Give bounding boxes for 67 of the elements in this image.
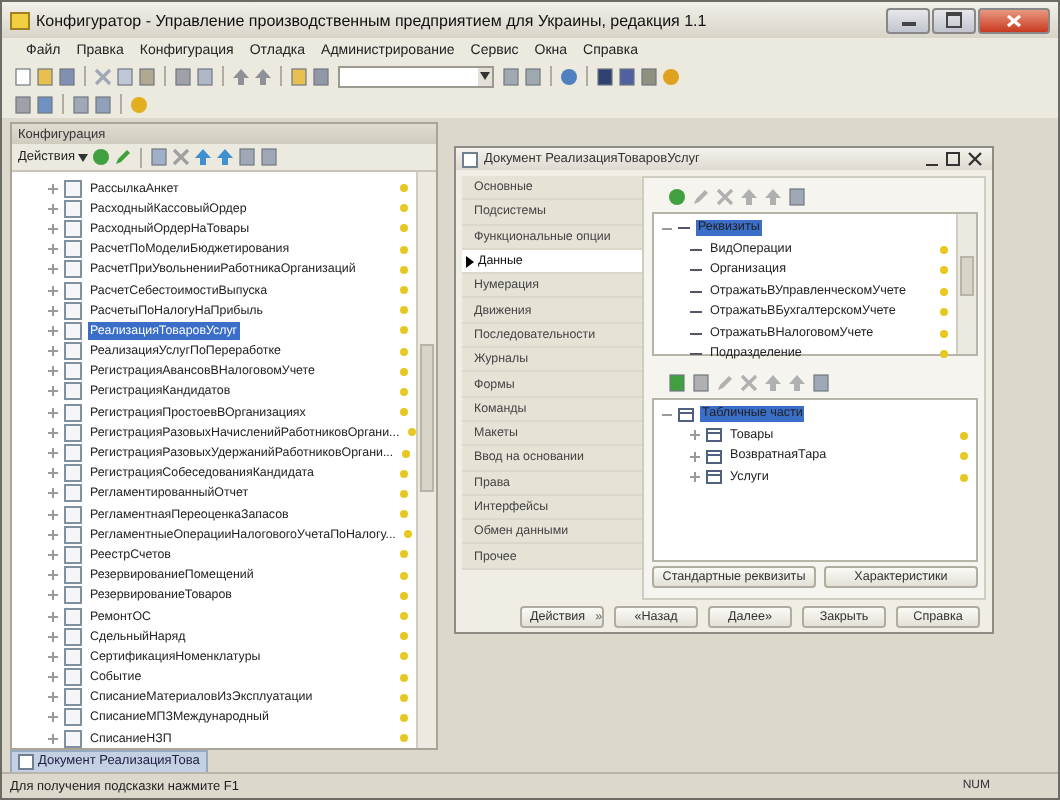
attribute-icon — [678, 226, 690, 231]
document-icon — [18, 753, 34, 769]
edit-icon[interactable] — [114, 148, 133, 166]
expand-icon[interactable] — [48, 631, 58, 642]
delete-icon[interactable] — [740, 374, 758, 392]
attribute-icon — [690, 331, 702, 336]
up-arrow-icon[interactable] — [740, 188, 758, 206]
up-arrow-icon[interactable] — [194, 148, 213, 166]
expand-icon[interactable] — [48, 570, 58, 581]
expand-icon[interactable] — [48, 611, 58, 622]
expand-icon[interactable] — [48, 590, 58, 601]
expand-icon[interactable] — [48, 183, 58, 194]
expand-icon[interactable] — [48, 386, 58, 397]
edit-icon[interactable] — [716, 374, 734, 392]
new-document-icon[interactable] — [14, 67, 32, 85]
scrollbar[interactable] — [956, 214, 976, 354]
expand-icon[interactable] — [48, 366, 58, 377]
app-icon — [10, 10, 30, 30]
expand-icon[interactable] — [48, 264, 58, 275]
collapse-icon[interactable] — [662, 409, 672, 420]
expand-icon[interactable] — [48, 223, 58, 234]
delete-icon[interactable] — [716, 188, 734, 206]
attribute-icon — [690, 268, 702, 273]
close-button[interactable] — [978, 7, 1050, 33]
expand-icon[interactable] — [48, 529, 58, 540]
maximize-button[interactable] — [946, 152, 960, 166]
expand-icon[interactable] — [48, 651, 58, 662]
attribute-icon — [690, 247, 702, 252]
caret-icon[interactable] — [78, 153, 89, 161]
expand-icon[interactable] — [48, 672, 58, 683]
expand-icon[interactable] — [48, 407, 58, 418]
expand-icon[interactable] — [48, 488, 58, 499]
expand-icon[interactable] — [48, 244, 58, 255]
attribute-icon — [690, 310, 702, 315]
minimize-button[interactable] — [886, 7, 930, 33]
expand-icon[interactable] — [48, 733, 58, 744]
delete-icon[interactable] — [172, 148, 191, 166]
close-icon — [1006, 13, 1022, 27]
expand-icon[interactable] — [48, 712, 58, 723]
attribute-icon — [690, 289, 702, 294]
expand-icon[interactable] — [48, 285, 58, 296]
cut-icon[interactable] — [94, 67, 112, 85]
add-icon[interactable] — [668, 188, 686, 206]
expand-icon[interactable] — [48, 346, 58, 357]
expand-icon[interactable] — [48, 509, 58, 520]
expand-icon[interactable] — [48, 448, 58, 459]
collapse-icon[interactable] — [662, 223, 672, 234]
caret-icon[interactable] — [480, 72, 490, 80]
expand-icon[interactable] — [48, 325, 58, 336]
expand-icon[interactable] — [48, 427, 58, 438]
document-icon — [462, 151, 478, 167]
expand-icon[interactable] — [690, 472, 700, 483]
edit-icon[interactable] — [692, 188, 710, 206]
expand-icon[interactable] — [48, 692, 58, 703]
expand-icon[interactable] — [48, 203, 58, 214]
expand-icon[interactable] — [690, 451, 700, 462]
expand-icon[interactable] — [48, 468, 58, 479]
maximize-button[interactable] — [932, 7, 976, 33]
pointer-icon — [466, 255, 474, 268]
expand-icon[interactable] — [48, 305, 58, 316]
window-title: Конфигуратор - Управление производственным предприятием для Украины, редакция 1.1 — [36, 11, 707, 29]
up-arrow-icon[interactable] — [764, 374, 782, 392]
expand-icon[interactable] — [48, 549, 58, 560]
close-button[interactable] — [968, 152, 982, 166]
expand-icon[interactable] — [690, 430, 700, 441]
attribute-icon — [690, 352, 702, 357]
scrollbar[interactable] — [416, 172, 436, 748]
